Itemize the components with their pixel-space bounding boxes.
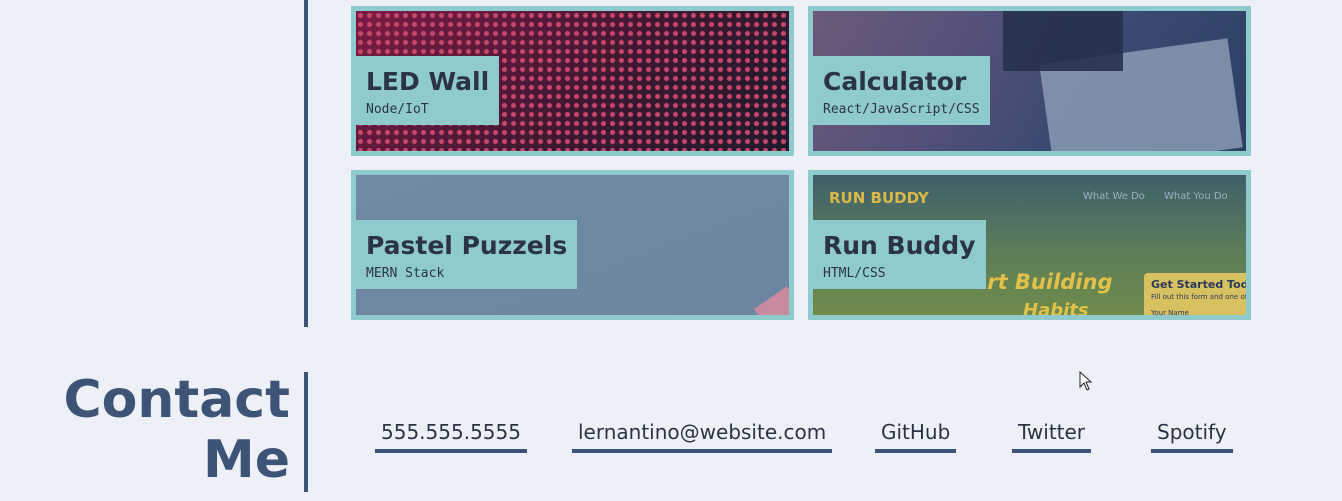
project-title: Pastel Puzzels bbox=[366, 231, 568, 260]
ghost-text bbox=[0, 0, 290, 38]
project-card-pastel-puzzels[interactable]: Pastel Puzzels MERN Stack bbox=[351, 170, 794, 320]
project-label: Pastel Puzzels MERN Stack bbox=[356, 220, 578, 289]
project-title: Run Buddy bbox=[823, 231, 976, 260]
project-title: Calculator bbox=[823, 67, 967, 96]
project-label: Calculator React/JavaScript/CSS bbox=[813, 56, 990, 125]
contact-divider bbox=[304, 372, 308, 492]
project-card-run-buddy[interactable]: RUN BUDDY What We Do What You Do Yo tart… bbox=[808, 170, 1251, 320]
project-subtitle: Node/IoT bbox=[366, 102, 429, 117]
project-card-calculator[interactable]: Calculator React/JavaScript/CSS bbox=[808, 6, 1251, 156]
twitter-link[interactable]: Twitter bbox=[1012, 420, 1092, 453]
section-divider bbox=[304, 0, 308, 327]
project-label: Run Buddy HTML/CSS bbox=[813, 220, 986, 289]
github-link[interactable]: GitHub bbox=[875, 420, 957, 453]
project-subtitle: React/JavaScript/CSS bbox=[823, 102, 980, 117]
mouse-cursor-icon bbox=[1079, 371, 1093, 391]
spotify-link[interactable]: Spotify bbox=[1151, 420, 1233, 453]
project-subtitle: MERN Stack bbox=[366, 266, 445, 281]
phone-link[interactable]: 555.555.5555 bbox=[375, 420, 527, 453]
project-card-led-wall[interactable]: LED Wall Node/IoT bbox=[351, 6, 794, 156]
contact-heading-line2: Me bbox=[202, 430, 290, 490]
project-label: LED Wall Node/IoT bbox=[356, 56, 500, 125]
email-link[interactable]: lernantino@website.com bbox=[572, 420, 833, 453]
project-subtitle: HTML/CSS bbox=[823, 266, 886, 281]
project-title: LED Wall bbox=[366, 67, 490, 96]
contact-heading: Contact Me bbox=[63, 370, 290, 490]
contact-heading-line1: Contact bbox=[63, 370, 290, 430]
